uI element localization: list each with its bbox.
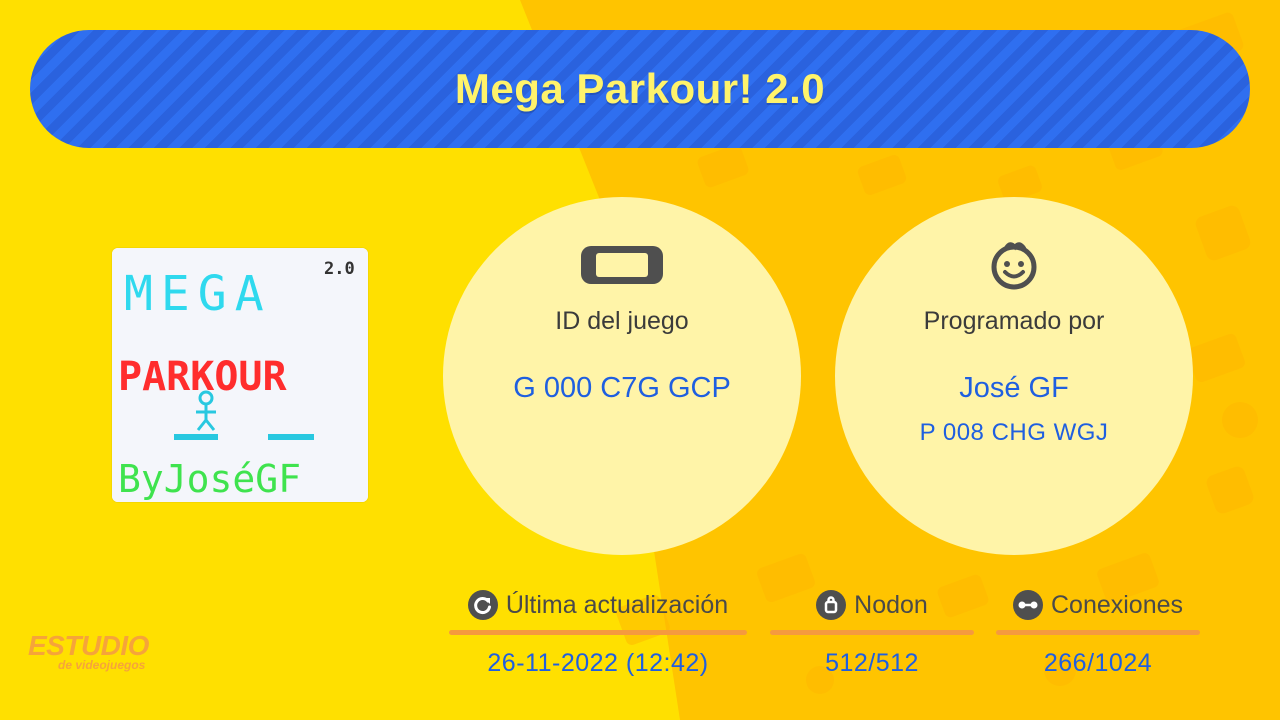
bag-icon <box>816 590 847 620</box>
thumbnail-version: 2.0 <box>324 259 355 279</box>
stat-connections-header: Conexiones <box>1012 588 1184 622</box>
logo-main-text: ESTUDIO <box>28 630 149 661</box>
logo-sub-text: de videojuegos <box>58 658 146 672</box>
programmer-id[interactable]: P 008 CHG WGJ <box>920 419 1109 447</box>
stat-nodon-header: Nodon <box>816 588 928 622</box>
stat-nodon: Nodon 512/512 <box>770 588 974 678</box>
estudio-logo: ESTUDIO de videojuegos <box>28 630 149 673</box>
thumbnail-line1: MEGA <box>124 266 272 322</box>
programmer-name[interactable]: José GF <box>959 372 1069 405</box>
thumbnail-image: MEGA 2.0 PARKOUR ByJoséGF <box>112 248 368 502</box>
game-title: Mega Parkour! 2.0 <box>454 65 826 112</box>
thumbnail-line3: ByJoséGF <box>118 457 301 501</box>
title-bar: Mega Parkour! 2.0 <box>30 30 1250 148</box>
stat-nodon-value: 512/512 <box>825 649 919 677</box>
refresh-icon <box>467 590 498 620</box>
programmer-panel: Programado por José GF P 008 CHG WGJ <box>835 197 1193 555</box>
stat-connections: Conexiones 266/1024 <box>996 588 1200 678</box>
stat-updated-header: Última actualización <box>467 588 729 622</box>
stat-updated-label: Última actualización <box>505 590 729 619</box>
game-thumbnail[interactable]: MEGA 2.0 PARKOUR ByJoséGF <box>112 248 368 502</box>
switch-console-icon <box>580 245 664 285</box>
stat-connections-label: Conexiones <box>1050 590 1184 619</box>
game-id-panel: ID del juego G 000 C7G GCP <box>443 197 801 555</box>
smiley-face-icon <box>986 242 1042 290</box>
stat-nodon-divider <box>770 630 974 635</box>
connection-icon <box>1012 590 1043 620</box>
stat-updated-value: 26-11-2022 (12:42) <box>487 649 709 677</box>
stat-updated: Última actualización 26-11-2022 (12:42) <box>449 588 747 678</box>
stat-updated-divider <box>449 630 747 635</box>
programmer-label: Programado por <box>923 307 1105 335</box>
game-id-value[interactable]: G 000 C7G GCP <box>513 372 731 405</box>
game-id-label: ID del juego <box>555 307 689 335</box>
stat-nodon-label: Nodon <box>854 590 928 619</box>
stat-connections-value: 266/1024 <box>1043 649 1153 677</box>
stat-connections-divider <box>996 630 1200 635</box>
